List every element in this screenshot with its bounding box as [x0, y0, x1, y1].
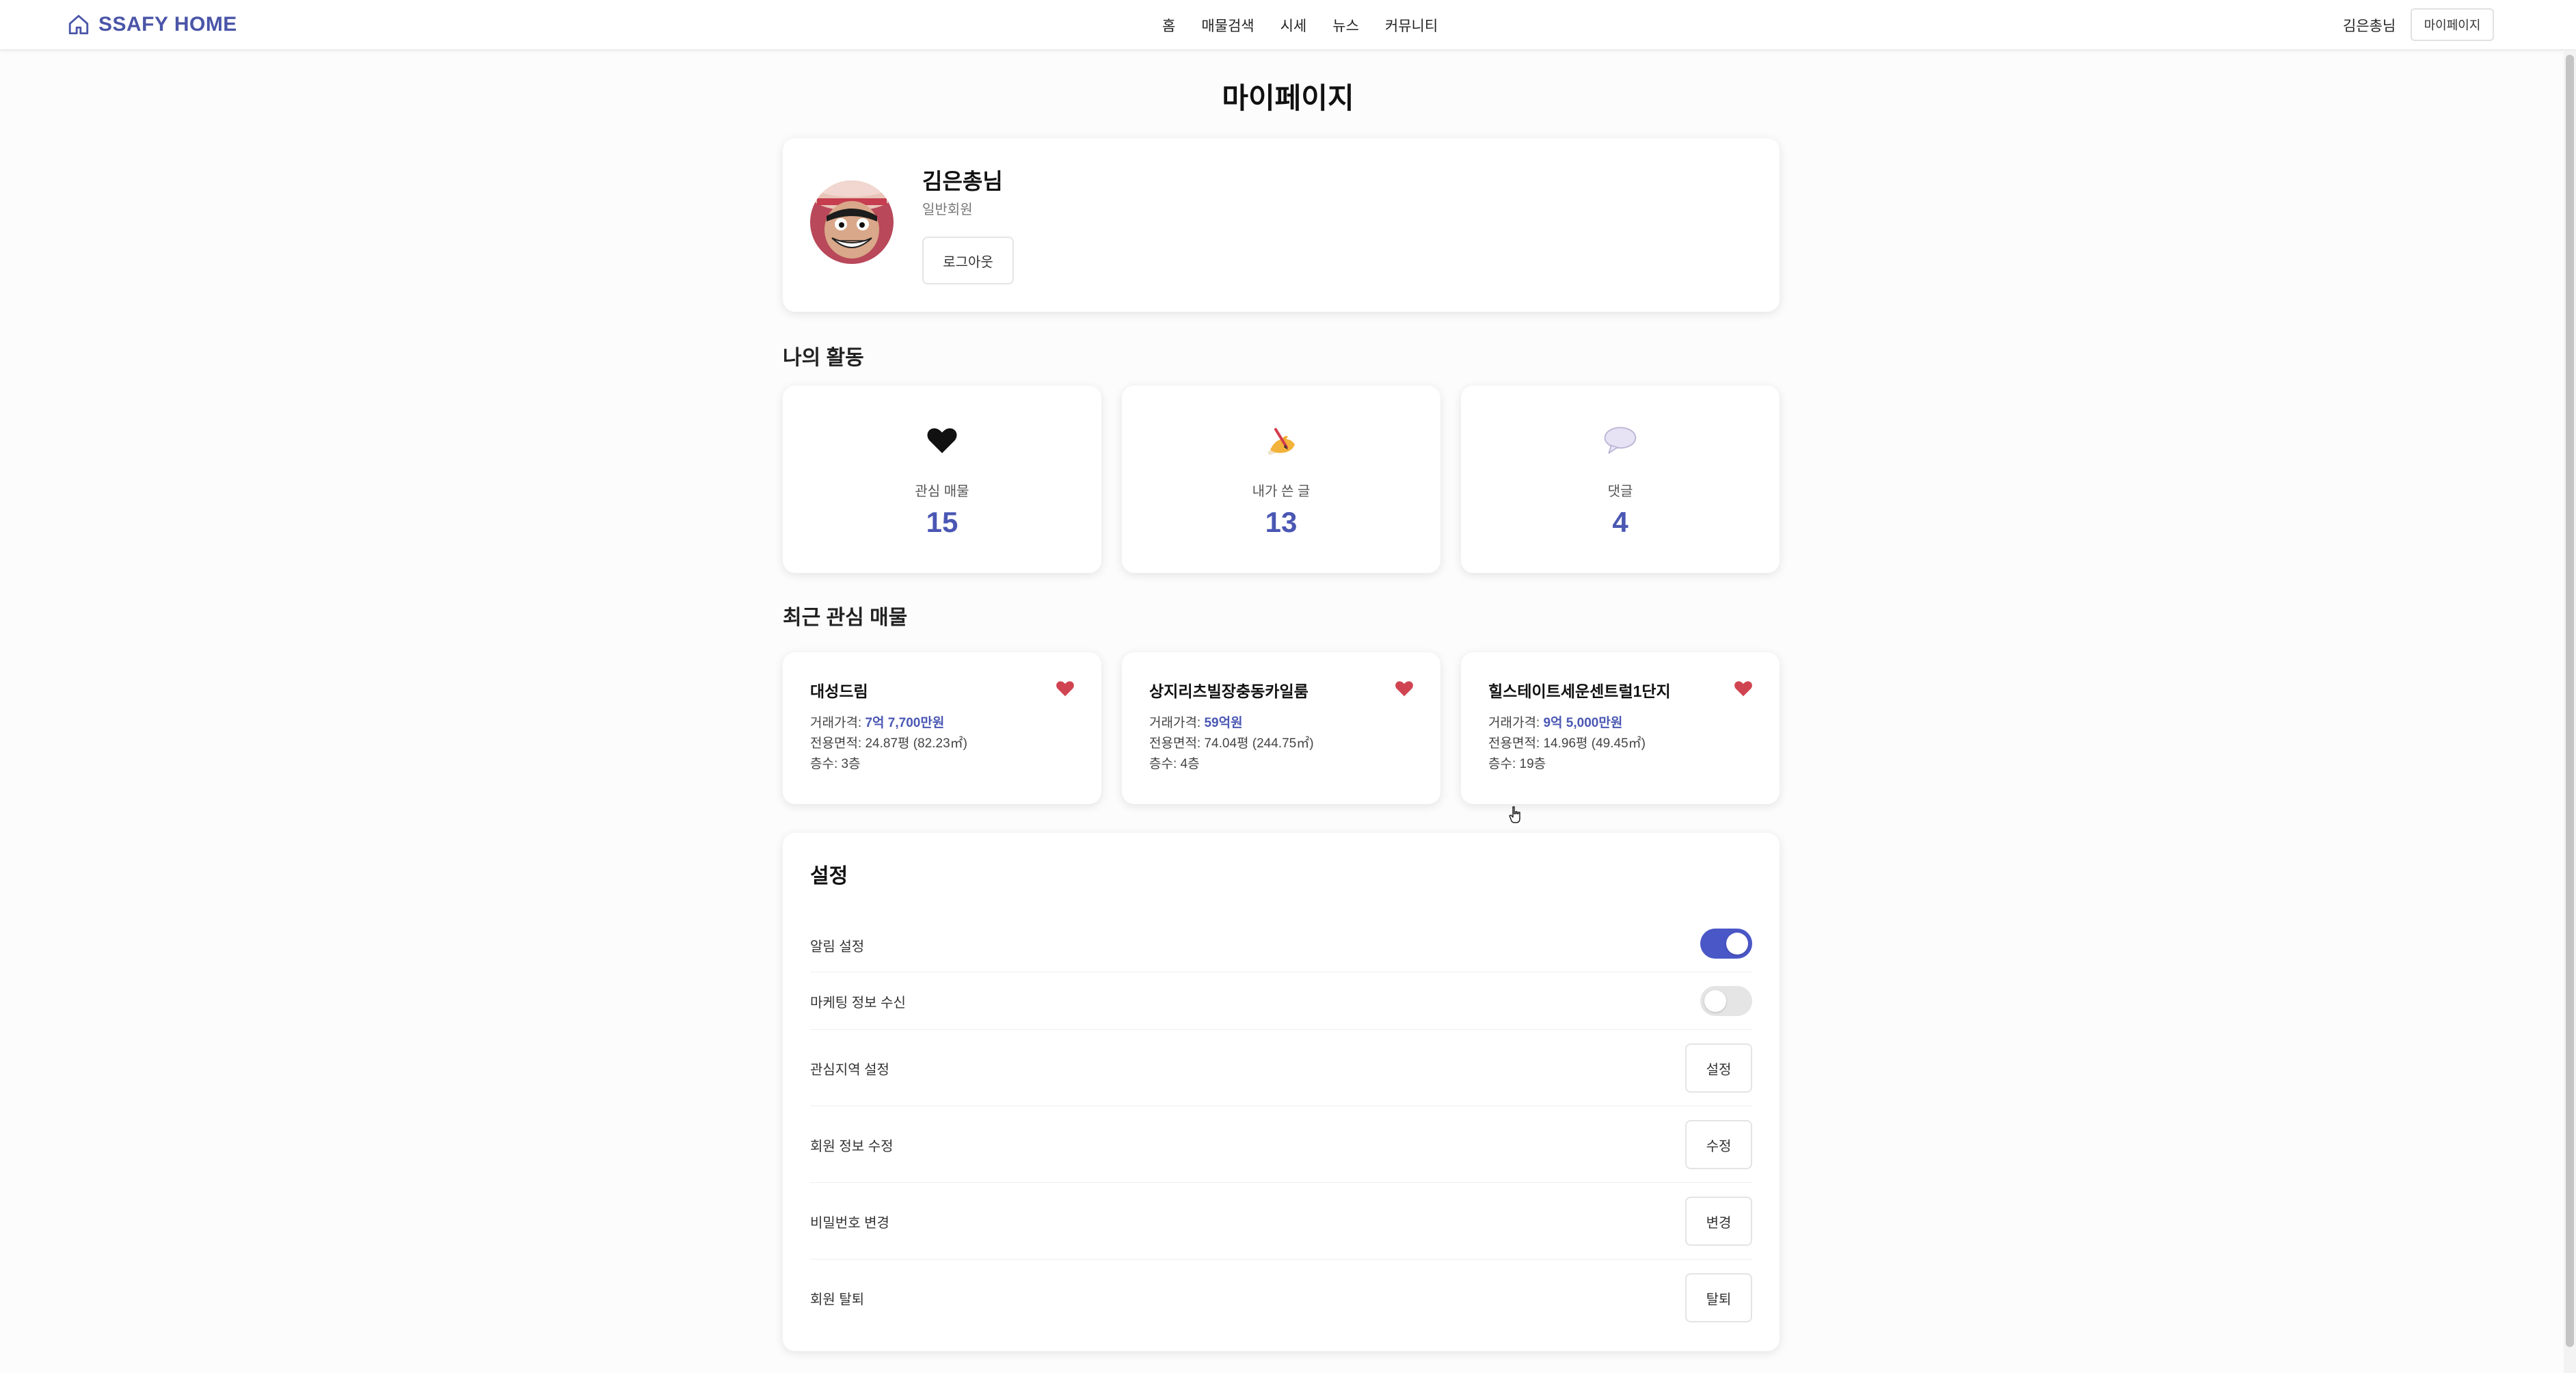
profile-card: 김은총님 일반회원 로그아웃: [783, 138, 1780, 312]
settings-row-interest-region: 관심지역 설정 설정: [810, 1030, 1752, 1106]
heart-icon[interactable]: [1394, 678, 1414, 699]
toggle-knob: [1726, 933, 1748, 955]
property-floor: 층수: 19층: [1488, 757, 1546, 771]
price-label: 거래가격:: [1488, 716, 1544, 730]
profile-role: 일반회원: [922, 202, 973, 217]
favorite-property-card[interactable]: 상지리츠빌장충동카일룸 거래가격: 59억원 전용면적: 74.04평 (244…: [1122, 652, 1440, 804]
settings-label: 비밀번호 변경: [810, 1216, 889, 1231]
settings-row-change-password: 비밀번호 변경 변경: [810, 1183, 1752, 1259]
settings-label: 회원 정보 수정: [810, 1139, 894, 1154]
property-price: 거래가격: 7억 7,700만원: [810, 712, 944, 731]
property-floor: 층수: 4층: [1149, 757, 1200, 771]
activity-card-posts[interactable]: 내가 쓴 글 13: [1122, 386, 1440, 573]
page-title: 마이페이지: [1222, 82, 1354, 114]
price-value: 7억 7,700만원: [865, 716, 945, 730]
toggle-knob: [1704, 990, 1726, 1012]
avatar-image: [810, 181, 894, 264]
settings-label: 알림 설정: [810, 939, 865, 955]
favorites-section-title: 최근 관심 매물: [783, 606, 908, 629]
avatar: [810, 181, 894, 264]
withdraw-button[interactable]: 탈퇴: [1685, 1273, 1752, 1322]
activity-count: 4: [1612, 506, 1628, 538]
property-price: 거래가격: 9억 5,000만원: [1488, 712, 1622, 731]
notifications-toggle[interactable]: [1700, 929, 1752, 959]
nav-news[interactable]: 뉴스: [1332, 15, 1359, 36]
speech-bubble-icon: [1461, 418, 1780, 462]
nav-community[interactable]: 커뮤니티: [1385, 15, 1438, 36]
settings-label: 마케팅 정보 수신: [810, 996, 906, 1011]
nav-property-search[interactable]: 매물검색: [1201, 15, 1254, 36]
favorite-property-card[interactable]: 힐스테이트세운센트럴1단지 거래가격: 9억 5,000만원 전용면적: 14.…: [1461, 652, 1780, 804]
main-nav: 홈 매물검색 시세 뉴스 커뮤니티: [1162, 15, 1438, 36]
property-price: 거래가격: 59억원: [1149, 712, 1243, 731]
activity-label: 댓글: [1607, 484, 1633, 499]
profile-name: 김은총님: [922, 169, 1003, 194]
property-name: 상지리츠빌장충동카일룸: [1149, 682, 1309, 700]
change-password-button[interactable]: 변경: [1685, 1197, 1752, 1246]
price-label: 거래가격:: [810, 716, 866, 730]
settings-title: 설정: [810, 865, 848, 888]
activity-count: 15: [926, 506, 958, 538]
nav-home[interactable]: 홈: [1162, 15, 1175, 36]
interest-region-button[interactable]: 설정: [1685, 1043, 1752, 1093]
property-area: 전용면적: 24.87평 (82.23㎡): [810, 736, 967, 751]
heart-icon: [783, 418, 1101, 462]
price-value: 59억원: [1204, 716, 1243, 730]
brand-name: SSAFY HOME: [98, 13, 237, 36]
settings-row-withdraw: 회원 탈퇴 탈퇴: [810, 1259, 1752, 1336]
price-value: 9억 5,000만원: [1543, 716, 1623, 730]
activity-label: 내가 쓴 글: [1252, 484, 1311, 499]
marketing-toggle[interactable]: [1700, 986, 1752, 1016]
property-floor: 층수: 3층: [810, 757, 861, 771]
activity-label: 관심 매물: [915, 484, 969, 499]
settings-row-marketing: 마케팅 정보 수신: [810, 972, 1752, 1030]
settings-label: 회원 탈퇴: [810, 1292, 865, 1307]
activity-count: 13: [1265, 506, 1298, 538]
favorite-property-card[interactable]: 대성드림 거래가격: 7억 7,700만원 전용면적: 24.87평 (82.2…: [783, 652, 1101, 804]
scrollbar-thumb[interactable]: [2566, 55, 2574, 1347]
settings-card: 설정 알림 설정 마케팅 정보 수신 관심지역 설정 설정 회원 정보 수정 수…: [783, 833, 1780, 1351]
settings-row-edit-profile: 회원 정보 수정 수정: [810, 1106, 1752, 1183]
top-navigation-bar: SSAFY HOME 홈 매물검색 시세 뉴스 커뮤니티 김은총님 마이페이지: [0, 0, 2576, 51]
settings-label: 관심지역 설정: [810, 1063, 889, 1078]
home-icon: [68, 14, 89, 35]
mypage-button[interactable]: 마이페이지: [2411, 8, 2494, 41]
property-area: 전용면적: 74.04평 (244.75㎡): [1149, 736, 1314, 751]
heart-icon[interactable]: [1055, 678, 1075, 699]
property-area: 전용면적: 14.96평 (49.45㎡): [1488, 736, 1646, 751]
property-name: 대성드림: [810, 682, 868, 700]
activity-section-title: 나의 활동: [783, 347, 864, 369]
price-label: 거래가격:: [1149, 716, 1205, 730]
header-user-name: 김은총님: [2343, 18, 2396, 34]
property-name: 힐스테이트세운센트럴1단지: [1488, 682, 1671, 700]
heart-icon[interactable]: [1733, 678, 1754, 699]
activity-card-favorites[interactable]: 관심 매물 15: [783, 386, 1101, 573]
nav-market-price[interactable]: 시세: [1280, 15, 1307, 36]
activity-card-comments[interactable]: 댓글 4: [1461, 386, 1780, 573]
pointer-cursor-icon: [1509, 806, 1520, 823]
logout-button[interactable]: 로그아웃: [922, 237, 1014, 284]
edit-profile-button[interactable]: 수정: [1685, 1120, 1752, 1169]
page-scrollbar[interactable]: [2564, 51, 2576, 1373]
settings-row-notifications: 알림 설정: [810, 915, 1752, 972]
writing-hand-icon: [1122, 418, 1440, 462]
brand-logo[interactable]: SSAFY HOME: [67, 11, 237, 38]
